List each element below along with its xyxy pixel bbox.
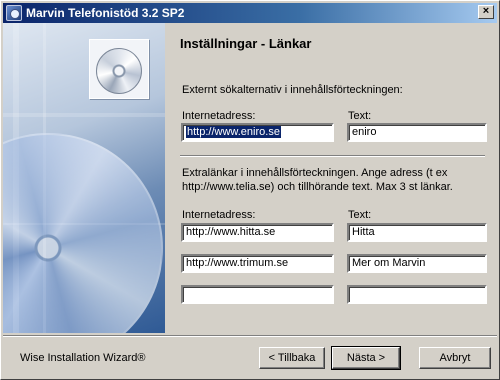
page-title: Inställningar - Länkar bbox=[180, 36, 312, 51]
extra-url-field-3[interactable] bbox=[181, 285, 334, 304]
back-button-label: < Tillbaka bbox=[268, 352, 316, 364]
search-url-field[interactable]: http://www.eniro.se bbox=[181, 123, 334, 142]
extra-url-field-1[interactable]: http://www.hitta.se bbox=[181, 223, 334, 242]
back-button[interactable]: < Tillbaka bbox=[259, 347, 325, 369]
window-title: Marvin Telefonistöd 3.2 SP2 bbox=[26, 6, 185, 20]
footer-divider bbox=[3, 335, 497, 337]
wizard-brand-label: Wise Installation Wizard® bbox=[20, 352, 146, 364]
search-text-field[interactable]: eniro bbox=[347, 123, 487, 142]
cd-app-icon bbox=[6, 5, 22, 21]
search-url-label: Internetadress: bbox=[182, 110, 256, 122]
search-url-value: http://www.eniro.se bbox=[186, 126, 281, 138]
extra-url-label: Internetadress: bbox=[182, 209, 256, 221]
cancel-button[interactable]: Avbryt bbox=[419, 347, 491, 369]
section-divider bbox=[180, 155, 485, 157]
next-button[interactable]: Nästa > bbox=[331, 346, 401, 370]
extra-text-label: Text: bbox=[348, 209, 372, 221]
extra-text-field-3[interactable] bbox=[347, 285, 487, 304]
cancel-button-label: Avbryt bbox=[439, 352, 471, 364]
cd-icon bbox=[89, 39, 149, 99]
next-button-label: Nästa > bbox=[346, 352, 386, 364]
close-icon[interactable]: × bbox=[478, 5, 494, 19]
extra-text-field-2[interactable]: Mer om Marvin bbox=[347, 254, 487, 273]
title-bar[interactable]: Marvin Telefonistöd 3.2 SP2 × bbox=[3, 3, 497, 23]
wizard-content: Inställningar - Länkar Externt sökaltern… bbox=[165, 23, 497, 333]
search-text-label: Text: bbox=[348, 110, 372, 122]
extra-text-field-1[interactable]: Hitta bbox=[347, 223, 487, 242]
cd-disc-image bbox=[3, 133, 163, 333]
search-description: Externt sökalternativ i innehållsförteck… bbox=[182, 84, 403, 96]
installer-window: Marvin Telefonistöd 3.2 SP2 × Inställnin… bbox=[0, 0, 500, 380]
wizard-side-graphic bbox=[3, 23, 165, 333]
extra-links-description: Extralänkar i innehållsförteckningen. An… bbox=[182, 167, 453, 193]
extra-url-field-2[interactable]: http://www.trimum.se bbox=[181, 254, 334, 273]
